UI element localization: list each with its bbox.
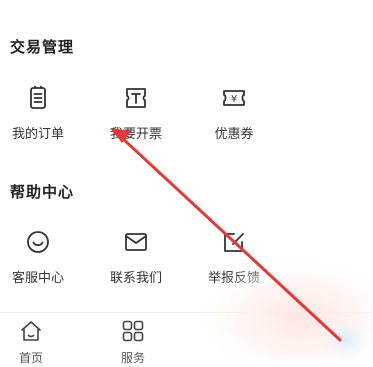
invoice-icon (122, 84, 150, 112)
bottom-nav: 首页 服务 (0, 312, 373, 367)
customer-service-label: 客服中心 (11, 271, 64, 286)
mail-icon (122, 228, 150, 256)
grid-item-contact-us[interactable]: 联系我们 (98, 228, 174, 288)
my-orders-label: 我的订单 (11, 127, 64, 142)
report-feedback-label: 举报反馈 (207, 271, 260, 286)
order-list-icon (24, 84, 52, 112)
section-title-help: 帮助中心 (10, 183, 75, 201)
nav-label-services: 服务 (120, 351, 145, 365)
coupon-icon: ¥ (220, 84, 248, 112)
nav-item-home[interactable]: 首页 (1, 313, 61, 367)
home-icon (19, 319, 43, 343)
coupons-label: 优惠券 (214, 127, 254, 142)
svg-text:¥: ¥ (231, 94, 237, 105)
grid-item-report-feedback[interactable]: 举报反馈 (196, 228, 272, 288)
grid-item-invoice[interactable]: 我要开票 (98, 84, 174, 144)
grid-item-my-orders[interactable]: 我的订单 (0, 84, 76, 144)
feedback-edit-icon (220, 228, 248, 256)
grid-item-customer-service[interactable]: 客服中心 (0, 228, 76, 288)
grid-icon (121, 319, 145, 343)
invoice-label: 我要开票 (109, 127, 162, 142)
grid-item-coupons[interactable]: ¥ 优惠券 (196, 84, 272, 144)
nav-label-home: 首页 (18, 351, 43, 365)
section-title-trade: 交易管理 (10, 38, 75, 56)
nav-item-services[interactable]: 服务 (103, 313, 163, 367)
customer-service-icon (24, 228, 52, 256)
contact-us-label: 联系我们 (109, 271, 162, 286)
